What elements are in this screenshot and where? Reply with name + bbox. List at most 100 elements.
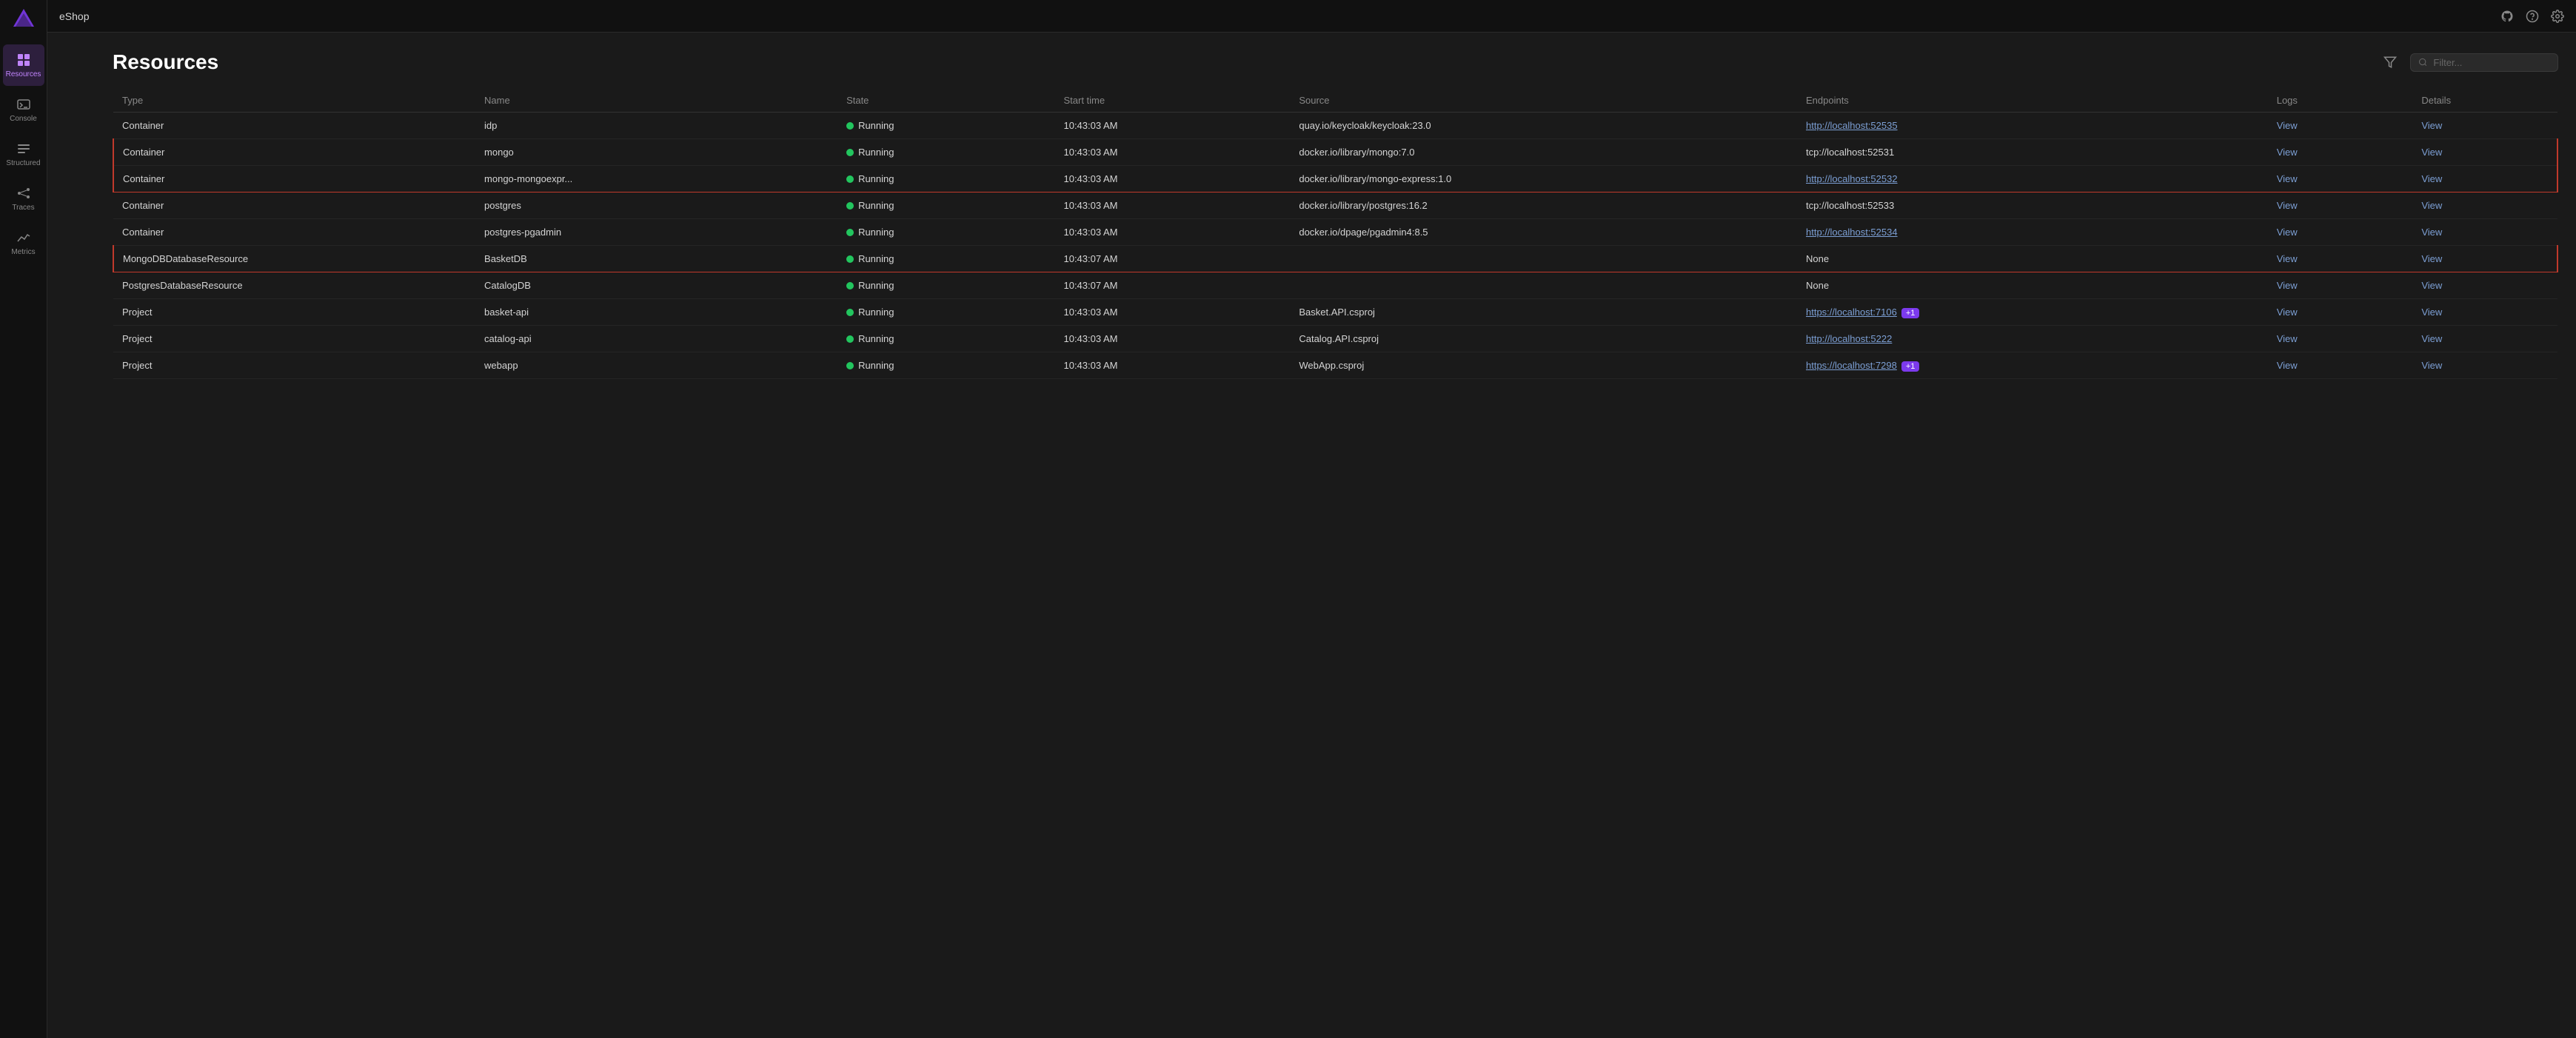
status-label: Running [858, 280, 894, 291]
cell-source: docker.io/dpage/pgadmin4:8.5 [1290, 219, 1797, 246]
cell-endpoints: None [1797, 272, 2268, 299]
cell-type: Container [113, 113, 475, 139]
logs-view-link[interactable]: View [2277, 227, 2298, 238]
status-running: Running [846, 147, 1046, 158]
console-icon [16, 97, 31, 112]
col-header-state: State [837, 89, 1054, 113]
endpoint-link[interactable]: http://localhost:52534 [1806, 227, 1898, 238]
details-view-link[interactable]: View [2421, 200, 2442, 211]
logs-view-link[interactable]: View [2277, 333, 2298, 344]
status-dot [846, 362, 854, 369]
status-running: Running [846, 120, 1046, 131]
status-label: Running [858, 333, 894, 344]
help-icon[interactable] [2526, 10, 2539, 23]
cell-endpoints: tcp://localhost:52531 [1797, 139, 2268, 166]
cell-state: Running [837, 272, 1054, 299]
status-label: Running [858, 307, 894, 318]
cell-logs: View [2268, 219, 2413, 246]
cell-type: Container [113, 166, 475, 192]
cell-type: Project [113, 326, 475, 352]
status-running: Running [846, 333, 1046, 344]
cell-start-time: 10:43:07 AM [1054, 272, 1290, 299]
details-view-link[interactable]: View [2421, 227, 2442, 238]
cell-name: mongo-mongoexpr... [475, 166, 837, 192]
cell-endpoints: https://localhost:7298 +1 [1797, 352, 2268, 379]
sidebar-item-structured[interactable]: Structured [3, 133, 44, 175]
cell-start-time: 10:43:03 AM [1054, 219, 1290, 246]
cell-source: Catalog.API.csproj [1290, 326, 1797, 352]
cell-source: WebApp.csproj [1290, 352, 1797, 379]
status-dot [846, 309, 854, 316]
details-view-link[interactable]: View [2421, 120, 2442, 131]
cell-endpoints: None [1797, 246, 2268, 272]
filter-button[interactable] [2379, 51, 2401, 73]
details-view-link[interactable]: View [2421, 333, 2442, 344]
table-row: MongoDBDatabaseResourceBasketDBRunning10… [113, 246, 2557, 272]
cell-state: Running [837, 326, 1054, 352]
cell-state: Running [837, 219, 1054, 246]
table-row: Containerpostgres-pgadminRunning10:43:03… [113, 219, 2557, 246]
cell-state: Running [837, 192, 1054, 219]
cell-name: BasketDB [475, 246, 837, 272]
status-running: Running [846, 280, 1046, 291]
col-header-name: Name [475, 89, 837, 113]
cell-source: docker.io/library/postgres:16.2 [1290, 192, 1797, 219]
endpoint-link[interactable]: https://localhost:7106 [1806, 307, 1897, 318]
table-row: PostgresDatabaseResourceCatalogDBRunning… [113, 272, 2557, 299]
col-header-starttime: Start time [1054, 89, 1290, 113]
cell-name: CatalogDB [475, 272, 837, 299]
cell-state: Running [837, 139, 1054, 166]
logs-view-link[interactable]: View [2277, 253, 2298, 264]
sidebar-item-traces[interactable]: Traces [3, 178, 44, 219]
table-row: Projectbasket-apiRunning10:43:03 AMBaske… [113, 299, 2557, 326]
status-label: Running [858, 147, 894, 158]
logs-view-link[interactable]: View [2277, 120, 2298, 131]
table-row: ProjectwebappRunning10:43:03 AMWebApp.cs… [113, 352, 2557, 379]
sidebar-item-console[interactable]: Console [3, 89, 44, 130]
endpoint-link[interactable]: http://localhost:52535 [1806, 120, 1898, 131]
endpoint-link[interactable]: https://localhost:7298 [1806, 360, 1897, 371]
status-label: Running [858, 200, 894, 211]
sidebar-item-resources[interactable]: Resources [3, 44, 44, 86]
logs-view-link[interactable]: View [2277, 280, 2298, 291]
github-icon[interactable] [2500, 10, 2514, 23]
cell-type: Project [113, 352, 475, 379]
details-view-link[interactable]: View [2421, 360, 2442, 371]
logs-view-link[interactable]: View [2277, 200, 2298, 211]
details-view-link[interactable]: View [2421, 280, 2442, 291]
col-header-endpoints: Endpoints [1797, 89, 2268, 113]
logs-view-link[interactable]: View [2277, 173, 2298, 184]
cell-details: View [2412, 326, 2557, 352]
cell-details: View [2412, 299, 2557, 326]
details-view-link[interactable]: View [2421, 147, 2442, 158]
settings-icon[interactable] [2551, 10, 2564, 23]
endpoint-link[interactable]: http://localhost:5222 [1806, 333, 1892, 344]
sidebar: Resources Console Structured Traces [0, 0, 47, 1038]
endpoint-plus-badge[interactable]: +1 [1901, 361, 1920, 372]
details-view-link[interactable]: View [2421, 307, 2442, 318]
cell-logs: View [2268, 192, 2413, 219]
cell-type: Container [113, 139, 475, 166]
details-view-link[interactable]: View [2421, 173, 2442, 184]
table-row: ContainerpostgresRunning10:43:03 AMdocke… [113, 192, 2557, 219]
sidebar-item-metrics[interactable]: Metrics [3, 222, 44, 264]
cell-start-time: 10:43:03 AM [1054, 352, 1290, 379]
status-running: Running [846, 173, 1046, 184]
logs-view-link[interactable]: View [2277, 360, 2298, 371]
endpoint-link[interactable]: http://localhost:52532 [1806, 173, 1898, 184]
search-input[interactable] [2433, 57, 2550, 68]
sidebar-item-resources-label: Resources [6, 70, 41, 78]
cell-start-time: 10:43:07 AM [1054, 246, 1290, 272]
details-view-link[interactable]: View [2421, 253, 2442, 264]
main-content: Resources Type Name State Start t [95, 33, 2576, 1038]
logs-view-link[interactable]: View [2277, 307, 2298, 318]
cell-source: docker.io/library/mongo-express:1.0 [1290, 166, 1797, 192]
cell-endpoints: http://localhost:5222 [1797, 326, 2268, 352]
cell-details: View [2412, 166, 2557, 192]
cell-source [1290, 246, 1797, 272]
table-row: ContainermongoRunning10:43:03 AMdocker.i… [113, 139, 2557, 166]
cell-start-time: 10:43:03 AM [1054, 326, 1290, 352]
cell-state: Running [837, 166, 1054, 192]
endpoint-plus-badge[interactable]: +1 [1901, 308, 1920, 318]
logs-view-link[interactable]: View [2277, 147, 2298, 158]
